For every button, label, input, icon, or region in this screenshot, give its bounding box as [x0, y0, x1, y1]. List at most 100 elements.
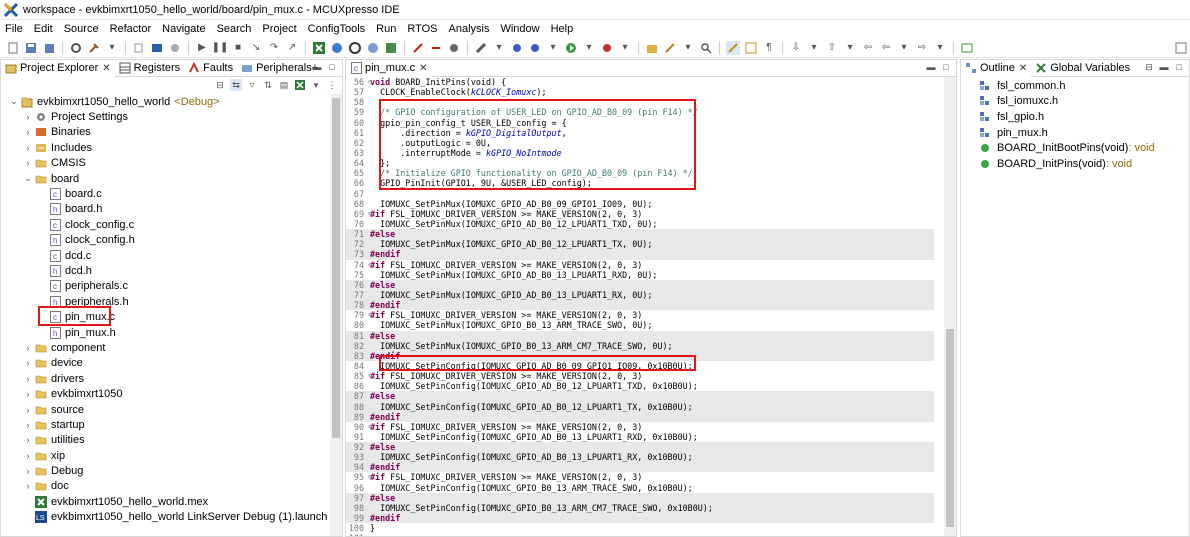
tab-faults[interactable]: Faults: [184, 60, 237, 77]
minimize-icon[interactable]: ▬: [925, 61, 937, 73]
chevron-down-icon[interactable]: ▾: [310, 79, 322, 91]
tree-item-clock-config-h[interactable]: h clock_config.h: [1, 233, 330, 248]
close-icon[interactable]: ✕: [419, 63, 427, 74]
chevron-down-icon[interactable]: ▾: [105, 41, 119, 55]
view-icon[interactable]: ▤: [278, 79, 290, 91]
step-return-icon[interactable]: ↗: [285, 41, 299, 55]
code-line[interactable]: 77 IOMUXC_SetPinMux(IOMUXC_GPIO_AD_B0_13…: [346, 289, 934, 301]
menu-file[interactable]: File: [0, 23, 29, 35]
mcux-x-icon[interactable]: [294, 79, 306, 91]
collapse-all-icon[interactable]: ⊟: [214, 79, 226, 91]
menu-run[interactable]: Run: [371, 23, 402, 35]
code-line[interactable]: 88 IOMUXC_SetPinConfig(IOMUXC_GPIO_AD_B0…: [346, 401, 934, 412]
code-line[interactable]: 76 #else: [346, 279, 934, 290]
outline-item[interactable]: fsl_common.h: [979, 78, 1155, 94]
tree-item-drivers[interactable]: › drivers: [1, 371, 330, 386]
tab-project-explorer[interactable]: Project Explorer ✕: [1, 59, 115, 77]
maximize-icon[interactable]: □: [326, 61, 338, 73]
link-with-editor-icon[interactable]: ⇆: [230, 79, 242, 91]
tree-item-dcd-h[interactable]: h dcd.h: [1, 263, 330, 278]
code-line[interactable]: 81 #else: [346, 330, 934, 341]
chevron-right-icon[interactable]: ›: [23, 451, 33, 461]
menu-rtos[interactable]: RTOS: [402, 23, 443, 35]
code-line[interactable]: 68 IOMUXC_SetPinMux(IOMUXC_GPIO_AD_B0_09…: [346, 199, 934, 209]
external-tools-icon[interactable]: [600, 41, 614, 55]
chevron-down-icon[interactable]: ▾: [492, 41, 506, 55]
chevron-right-icon[interactable]: ›: [23, 466, 33, 476]
tree-item-evkbimxrt1050-hello-world[interactable]: ⌄ evkbimxrt1050_hello_world <Debug>: [1, 94, 330, 109]
target-icon[interactable]: [348, 41, 362, 55]
tree-item-cmsis[interactable]: › CMSIS: [1, 156, 330, 171]
menu-source[interactable]: Source: [59, 23, 105, 35]
editor-scroll-thumb[interactable]: [946, 329, 954, 527]
code-line[interactable]: 74 ⊖ #if FSL_IOMUXC_DRIVER_VERSION >= MAKE…: [346, 260, 934, 270]
fold-collapse-icon[interactable]: ⊖: [368, 209, 372, 219]
code-line[interactable]: 90 ⊖ #if FSL_IOMUXC_DRIVER_VERSION >= MAKE…: [346, 422, 934, 432]
tree-item-doc[interactable]: › doc: [1, 479, 330, 494]
tree-item-utilities[interactable]: › utilities: [1, 433, 330, 448]
outline-item[interactable]: BOARD_InitPins(void) : void: [979, 156, 1155, 172]
chevron-right-icon[interactable]: ›: [23, 405, 33, 415]
code-line[interactable]: 101: [346, 533, 934, 536]
debug-icon[interactable]: [150, 41, 164, 55]
tree-item-binaries[interactable]: › Binaries: [1, 125, 330, 140]
unlink-icon[interactable]: [429, 41, 443, 55]
outline-item[interactable]: BOARD_InitBootPins(void) : void: [979, 140, 1155, 156]
fold-collapse-icon[interactable]: ⊖: [368, 371, 372, 381]
tree-item-source[interactable]: › source: [1, 402, 330, 417]
build-icon[interactable]: [69, 41, 83, 55]
tree-item-board-c[interactable]: c board.c: [1, 186, 330, 201]
chevron-right-icon[interactable]: ›: [23, 143, 33, 153]
last-edit-icon[interactable]: ⇦: [861, 41, 875, 55]
menu-configtools[interactable]: ConfigTools: [303, 23, 371, 35]
tree-item-pin-mux-h[interactable]: h pin_mux.h: [1, 325, 330, 340]
code-line[interactable]: 85 ⊖ #if FSL_IOMUXC_DRIVER_VERSION >= MAKE…: [346, 371, 934, 381]
next-annotation-icon[interactable]: ⇩: [789, 41, 803, 55]
block-select-icon[interactable]: [744, 41, 758, 55]
view-menu-icon[interactable]: ⋮: [326, 79, 338, 91]
chevron-right-icon[interactable]: ›: [23, 127, 33, 137]
chevron-down-icon[interactable]: ⌄: [23, 173, 33, 184]
tree-item-startup[interactable]: › startup: [1, 417, 330, 432]
menu-search[interactable]: Search: [212, 23, 258, 35]
fold-collapse-icon[interactable]: ⊖: [368, 310, 372, 320]
settings-icon[interactable]: [168, 41, 182, 55]
tree-item-peripherals-c[interactable]: c peripherals.c: [1, 279, 330, 294]
pin-editor-icon[interactable]: [960, 41, 974, 55]
terminate-icon[interactable]: ■: [231, 41, 245, 55]
copy-icon[interactable]: [132, 41, 146, 55]
link-icon[interactable]: [411, 41, 425, 55]
menu-analysis[interactable]: Analysis: [444, 23, 496, 35]
chevron-right-icon[interactable]: ›: [23, 112, 33, 122]
save-icon[interactable]: [24, 41, 38, 55]
step-over-icon[interactable]: ↷: [267, 41, 281, 55]
chevron-down-icon[interactable]: ▾: [933, 41, 947, 55]
code-line[interactable]: 99 #endif: [346, 513, 934, 524]
tab-global-variables[interactable]: Global Variables: [1031, 60, 1134, 77]
explorer-scrollbar[interactable]: [330, 94, 342, 536]
outline-item[interactable]: pin_mux.h: [979, 125, 1155, 141]
tree-item-xip[interactable]: › xip: [1, 448, 330, 463]
tab-registers[interactable]: Registers: [115, 60, 184, 77]
tree-item-evkbimxrt1050-hello-world-mex[interactable]: evkbimxrt1050_hello_world.mex: [1, 494, 330, 509]
tree-item-board-h[interactable]: h board.h: [1, 202, 330, 217]
code-line[interactable]: 73 #endif: [346, 249, 934, 260]
probe-icon[interactable]: [474, 41, 488, 55]
maximize-icon[interactable]: □: [940, 61, 952, 73]
menu-help[interactable]: Help: [546, 23, 580, 35]
code-line[interactable]: 96 IOMUXC_SetPinConfig(IOMUXC_GPIO_B0_13…: [346, 483, 934, 493]
chevron-right-icon[interactable]: ›: [23, 435, 33, 445]
mcux-x-icon[interactable]: [312, 41, 326, 55]
chevron-down-icon[interactable]: ▾: [546, 41, 560, 55]
code-line[interactable]: 78 #endif: [346, 300, 934, 311]
code-line[interactable]: 67: [346, 189, 934, 199]
clock-icon[interactable]: [366, 41, 380, 55]
bug-icon[interactable]: [510, 41, 524, 55]
highlight-icon[interactable]: [726, 40, 740, 55]
new-icon[interactable]: [6, 41, 20, 55]
code-line[interactable]: 89 #endif: [346, 411, 934, 422]
tree-item-board[interactable]: ⌄ board: [1, 171, 330, 186]
tree-item-component[interactable]: › component: [1, 340, 330, 355]
fold-collapse-icon[interactable]: ⊖: [368, 77, 372, 87]
code-line[interactable]: 80 IOMUXC_SetPinMux(IOMUXC_GPIO_B0_13_AR…: [346, 320, 934, 330]
